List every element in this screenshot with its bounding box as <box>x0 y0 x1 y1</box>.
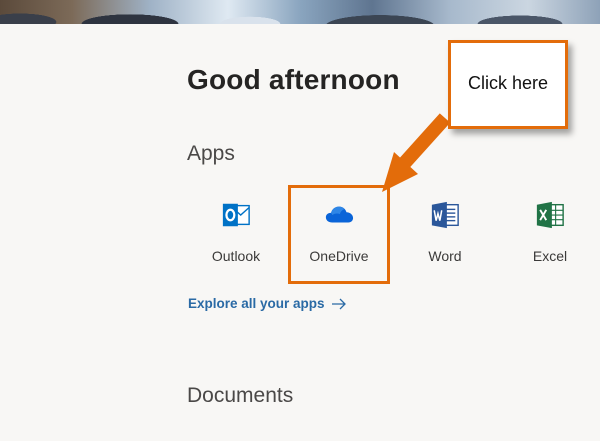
onedrive-highlight-box <box>288 185 390 284</box>
documents-section-title: Documents <box>187 384 294 407</box>
excel-icon <box>536 201 564 229</box>
app-label-word: Word <box>428 248 462 264</box>
explore-apps-link[interactable]: Explore all your apps <box>188 296 347 311</box>
greeting-heading: Good afternoon <box>187 64 400 95</box>
apps-section-title: Apps <box>187 142 235 165</box>
outlook-icon <box>222 203 250 227</box>
app-tile-excel[interactable]: Excel <box>510 200 590 264</box>
app-label-excel: Excel <box>532 248 568 264</box>
callout-text: Click here <box>467 73 549 93</box>
header-banner-image <box>0 0 600 24</box>
app-label-outlook: Outlook <box>211 248 261 264</box>
app-tile-outlook[interactable]: Outlook <box>196 200 276 264</box>
arrow-right-icon <box>331 298 346 309</box>
app-tile-word[interactable]: Word <box>405 200 485 264</box>
click-here-callout: Click here <box>448 40 568 129</box>
explore-apps-link-text: Explore all your apps <box>188 296 325 311</box>
word-icon <box>431 201 459 229</box>
